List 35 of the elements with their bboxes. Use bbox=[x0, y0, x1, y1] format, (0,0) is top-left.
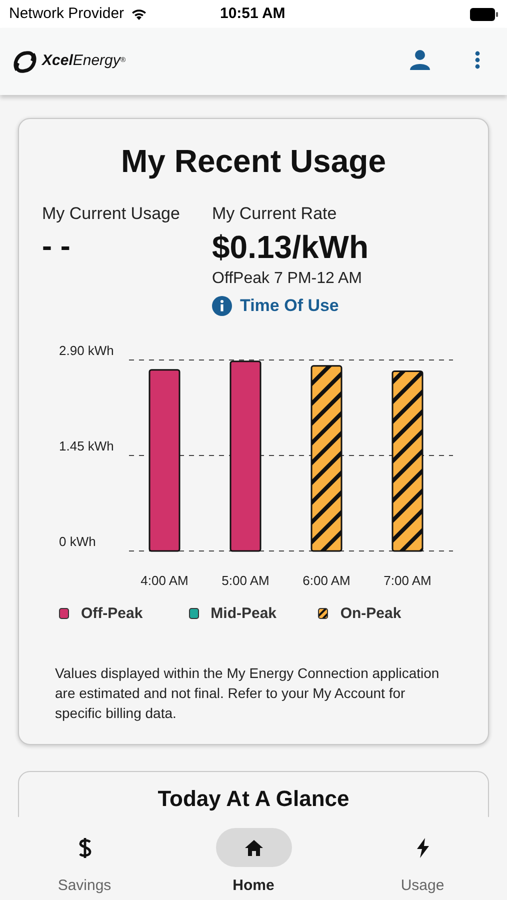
card-title: My Recent Usage bbox=[120, 142, 387, 181]
current-rate-value: $0.13/kWh bbox=[212, 229, 369, 265]
legend-label: Off-Peak bbox=[81, 604, 143, 624]
y-axis-label: 1.45 kWh bbox=[59, 438, 114, 453]
battery-icon bbox=[470, 8, 498, 20]
nav-tab[interactable]: Savings bbox=[30, 828, 140, 898]
dollar-icon bbox=[78, 836, 92, 858]
y-axis-label: 0 kWh bbox=[59, 534, 96, 548]
x-axis-label: 6:00 AM bbox=[302, 572, 350, 588]
disclaimer-text: Values displayed within the My Energy Connection application are estimated and not final. Refer to your My Account for specific billing data. bbox=[55, 664, 440, 723]
account-button[interactable] bbox=[408, 48, 432, 72]
legend-label: Mid-Peak bbox=[210, 604, 277, 624]
legend-label: On-Peak bbox=[340, 604, 402, 624]
carrier-name: Network Provider bbox=[9, 4, 124, 24]
current-usage-value: - - bbox=[42, 230, 70, 263]
x-axis-label: 7:00 AM bbox=[384, 572, 432, 588]
lightning-bolt-icon bbox=[416, 838, 430, 858]
current-usage-label: My Current Usage bbox=[42, 203, 180, 225]
info-icon bbox=[212, 296, 232, 316]
y-axis-label: 2.90 kWh bbox=[59, 342, 114, 358]
home-icon bbox=[244, 838, 264, 856]
current-rate-label: My Current Rate bbox=[212, 203, 337, 225]
more-vertical-icon bbox=[474, 51, 480, 69]
rate-period: OffPeak 7 PM-12 AM bbox=[212, 270, 362, 287]
card-title: Today At A Glance bbox=[158, 786, 350, 811]
person-icon bbox=[408, 48, 432, 72]
logo-text: XcelEnergy$^{®}$ bbox=[42, 51, 126, 72]
rate-plan-link[interactable]: Time Of Use bbox=[212, 293, 339, 318]
x-axis-label: 5:00 AM bbox=[222, 572, 270, 588]
nav-tab[interactable]: Home bbox=[198, 828, 308, 898]
wifi-icon bbox=[130, 7, 148, 21]
x-axis-label: 4:00 AM bbox=[140, 572, 188, 588]
logo-icon bbox=[13, 50, 37, 74]
nav-tab[interactable]: Usage bbox=[368, 828, 478, 898]
clock-time: 10:51 AM bbox=[220, 4, 286, 24]
